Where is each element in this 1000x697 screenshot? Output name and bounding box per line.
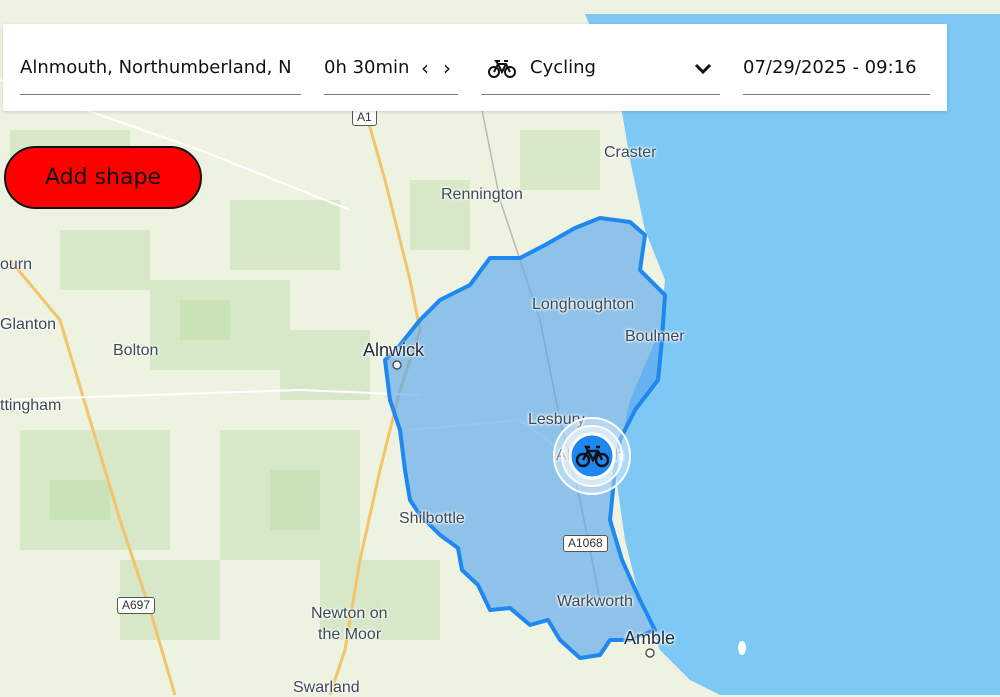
bicycle-icon <box>488 60 516 78</box>
place-label-newton-on: Newton on <box>311 605 388 622</box>
place-label-shilbottle: Shilbottle <box>399 510 465 527</box>
chevron-right-icon[interactable]: › <box>443 52 451 84</box>
location-input[interactable]: Alnmouth, Northumberland, N <box>20 52 301 95</box>
place-label-craster: Craster <box>604 144 657 161</box>
place-label-rennington: Rennington <box>441 186 523 203</box>
place-label-warkworth: Warkworth <box>557 593 633 610</box>
chevron-left-icon[interactable]: ‹ <box>421 52 429 84</box>
road-shield-a1: A1 <box>352 109 377 126</box>
duration-field[interactable]: 0h 30min ‹ › <box>324 52 458 95</box>
search-toolbar: Alnmouth, Northumberland, N 0h 30min ‹ ›… <box>3 24 947 111</box>
place-label-longhoughton: Longhoughton <box>532 296 635 313</box>
datetime-input[interactable]: 07/29/2025 - 09:16 <box>743 52 930 95</box>
transport-mode-select[interactable]: Cycling <box>481 52 720 95</box>
place-label-alnwick: Alnwick <box>363 340 425 360</box>
place-label-bolton: Bolton <box>113 342 159 359</box>
origin-marker[interactable] <box>552 416 632 496</box>
place-label-ourn: ourn <box>0 256 33 273</box>
road-shield-a1068: A1068 <box>563 535 608 552</box>
duration-value[interactable]: 0h 30min <box>324 57 409 78</box>
place-label-glanton: Glanton <box>0 316 57 333</box>
place-label-swarland: Swarland <box>293 679 360 696</box>
place-label-the-moor: the Moor <box>318 626 382 643</box>
place-label-ttingham: ttingham <box>0 397 62 414</box>
road-shield-a697: A697 <box>117 597 156 614</box>
chevron-down-icon[interactable] <box>694 63 712 75</box>
place-label-amble: Amble <box>624 628 676 648</box>
add-shape-button[interactable]: Add shape <box>4 146 202 209</box>
transport-mode-label: Cycling <box>530 57 596 78</box>
place-label-boulmer: Boulmer <box>625 328 685 345</box>
